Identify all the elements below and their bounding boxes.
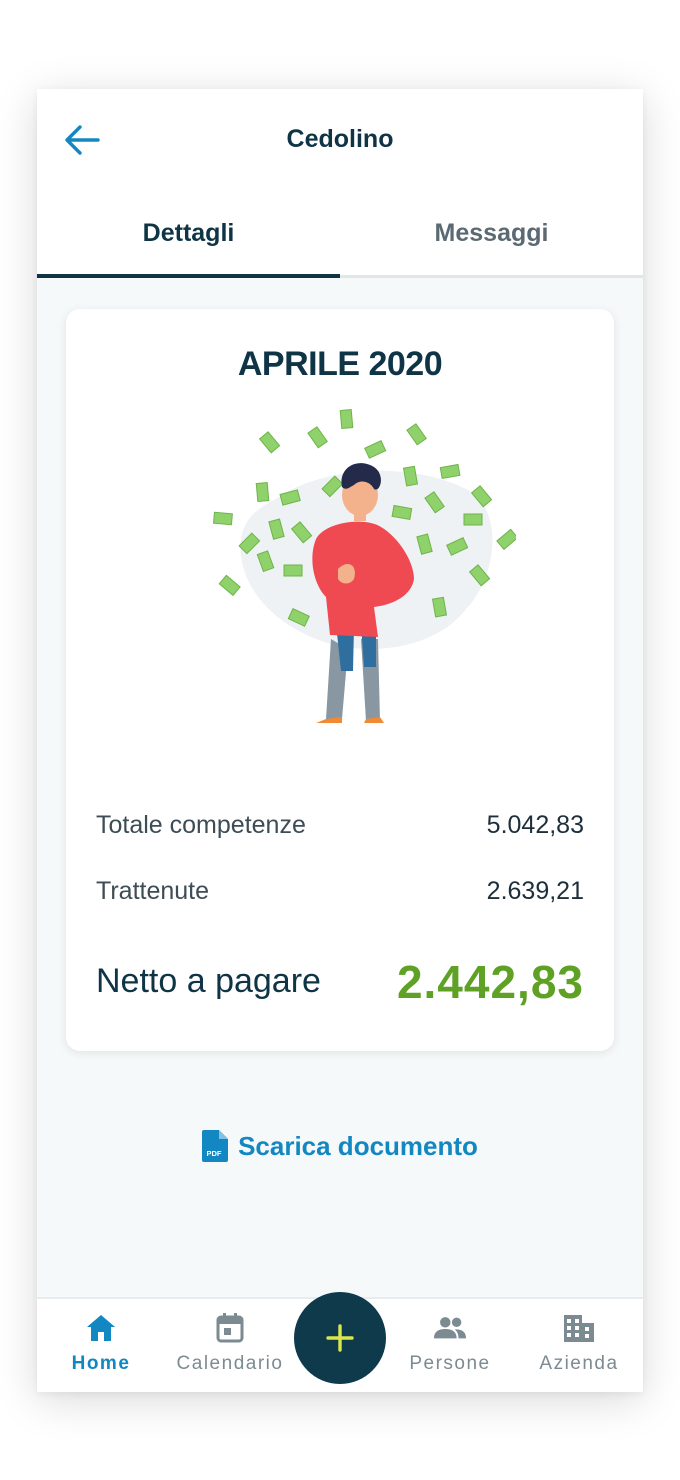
page-title: Cedolino [286, 125, 394, 153]
nav-azienda-label: Azienda [539, 1353, 619, 1374]
nav-calendario[interactable]: Calendario [165, 1311, 295, 1386]
active-tab-indicator [37, 274, 340, 278]
tab-messaggi-label: Messaggi [434, 219, 549, 247]
total-earnings-value: 5.042,83 [486, 811, 584, 839]
building-icon [564, 1315, 594, 1342]
calendar-icon [216, 1313, 244, 1343]
money-rain-illustration [212, 409, 516, 723]
deductions-label: Trattenute [96, 877, 210, 905]
pdf-icon-text: PDF [207, 1149, 222, 1158]
pdf-file-icon: PDF [202, 1130, 229, 1162]
net-pay-label: Netto a pagare [96, 962, 321, 1000]
download-document-link[interactable]: PDF Scarica documento [37, 1126, 643, 1166]
people-icon [433, 1317, 467, 1339]
nav-home[interactable]: Home [37, 1311, 166, 1386]
payslip-card: APRILE 2020 Totale competenze 5.042,83 T… [66, 309, 614, 1051]
deductions-value: 2.639,21 [486, 877, 584, 905]
phone-screen: Cedolino Dettagli Messaggi APRILE 2020 T… [37, 89, 643, 1392]
plus-icon [326, 1324, 354, 1352]
payslip-month: APRILE 2020 [237, 345, 443, 383]
tab-messaggi[interactable]: Messaggi [340, 189, 643, 278]
home-icon [87, 1315, 115, 1341]
add-fab-button[interactable] [294, 1292, 386, 1384]
app-header: Cedolino [37, 89, 643, 189]
download-label: Scarica documento [238, 1130, 478, 1161]
net-pay-value: 2.442,83 [396, 956, 584, 1008]
total-earnings-label: Totale competenze [96, 811, 306, 839]
nav-calendario-label: Calendario [176, 1353, 284, 1374]
nav-azienda[interactable]: Azienda [514, 1311, 643, 1386]
tab-dettagli[interactable]: Dettagli [37, 189, 340, 278]
nav-persone-label: Persone [409, 1353, 491, 1374]
tab-dettagli-label: Dettagli [142, 219, 235, 247]
nav-persone[interactable]: Persone [385, 1311, 515, 1386]
nav-home-label: Home [71, 1353, 131, 1374]
tab-bar: Dettagli Messaggi [37, 189, 643, 278]
